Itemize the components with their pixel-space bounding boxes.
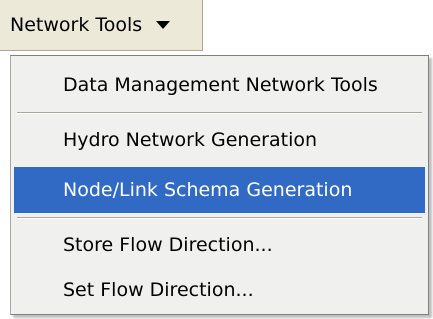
network-tools-menu-button[interactable]: Network Tools bbox=[0, 0, 203, 51]
menu-item-hydro-network-generation[interactable]: Hydro Network Generation bbox=[14, 117, 425, 163]
menu-item-label: Node/Link Schema Generation bbox=[63, 179, 353, 201]
menu-separator bbox=[17, 217, 422, 219]
menu-item-label: Store Flow Direction... bbox=[63, 234, 273, 256]
network-tools-dropdown-menu: Data Management Network Tools Hydro Netw… bbox=[10, 55, 429, 315]
menu-item-data-management-network-tools[interactable]: Data Management Network Tools bbox=[14, 62, 425, 108]
menu-separator bbox=[17, 112, 422, 114]
menu-item-store-flow-direction[interactable]: Store Flow Direction... bbox=[14, 222, 425, 268]
menu-item-set-flow-direction[interactable]: Set Flow Direction... bbox=[14, 267, 425, 313]
menu-item-label: Set Flow Direction... bbox=[63, 279, 254, 301]
chevron-down-icon bbox=[156, 20, 171, 30]
menu-item-label: Hydro Network Generation bbox=[63, 129, 318, 151]
menu-item-node-link-schema-generation[interactable]: Node/Link Schema Generation bbox=[14, 167, 425, 213]
network-tools-label: Network Tools bbox=[10, 14, 143, 36]
menu-item-label: Data Management Network Tools bbox=[63, 74, 378, 96]
